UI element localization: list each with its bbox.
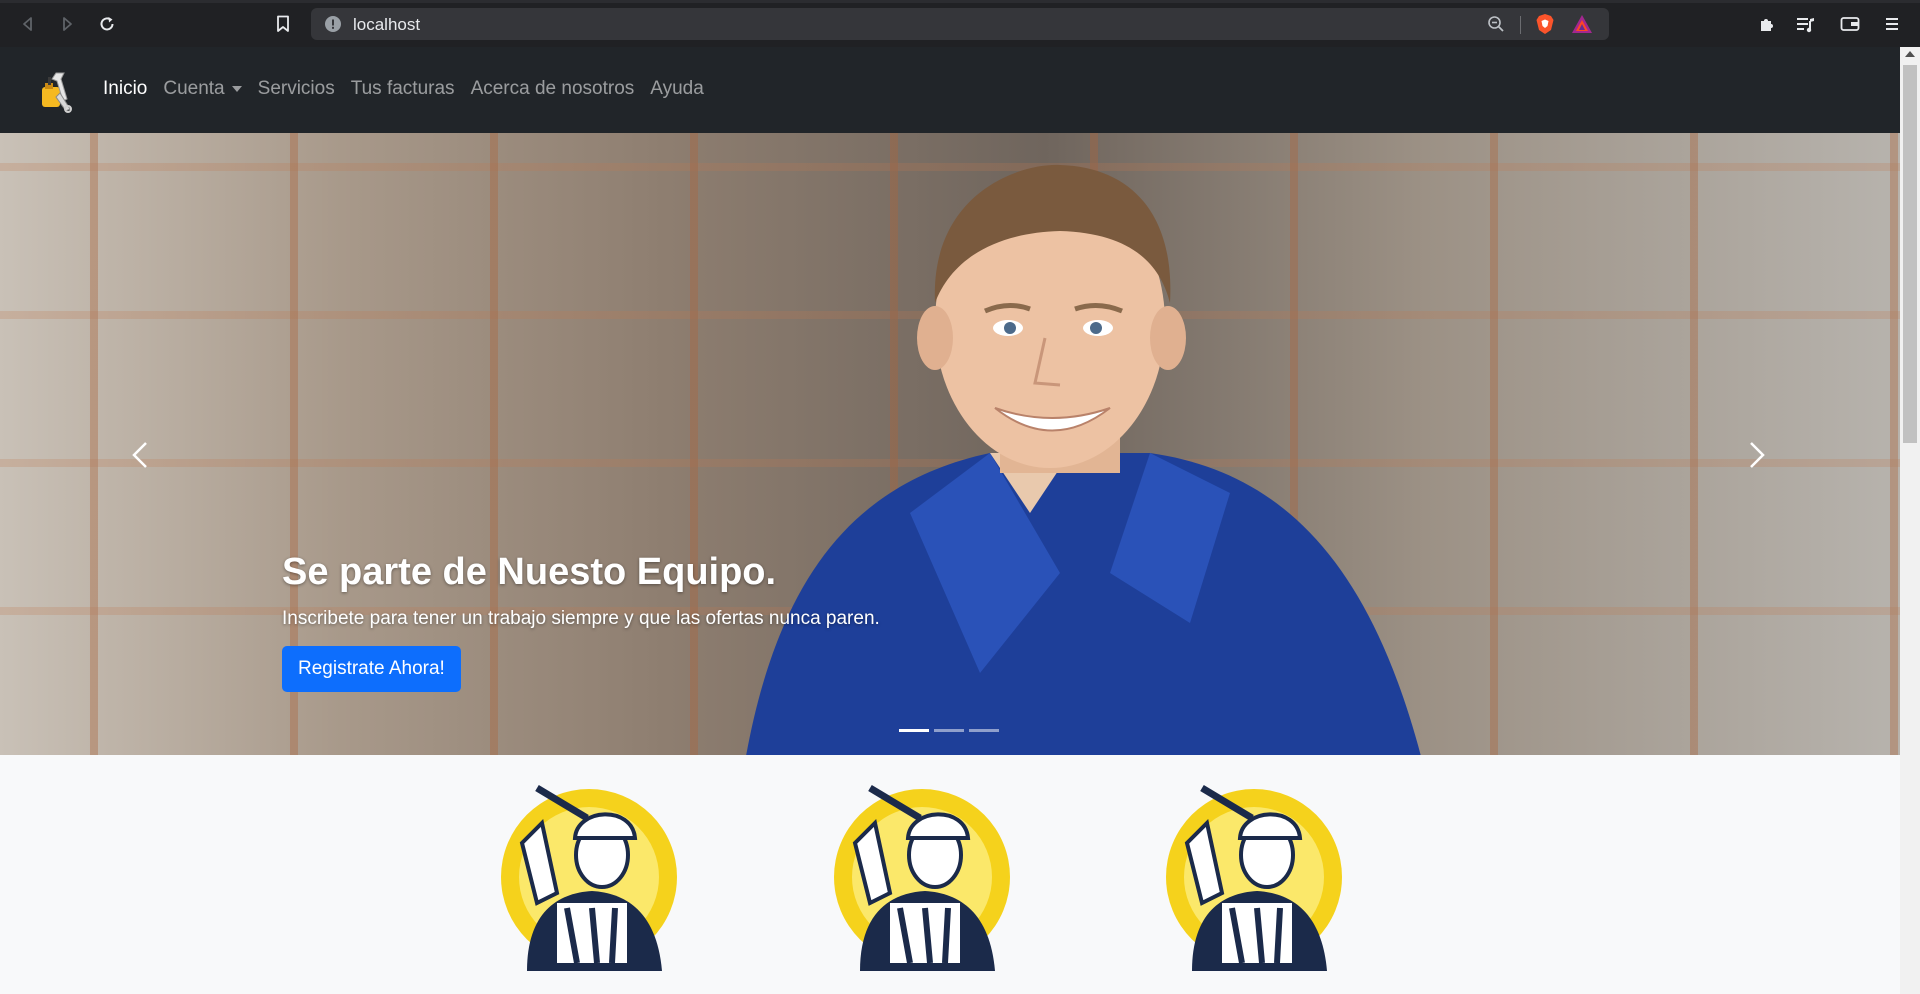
wallet-button[interactable] — [1836, 10, 1864, 38]
carousel-prev-button[interactable] — [120, 435, 160, 475]
nav-link-acerca-de-nosotros[interactable]: Acerca de nosotros — [471, 78, 635, 100]
carousel-next-button[interactable] — [1737, 435, 1777, 475]
page-scrollbar[interactable] — [1900, 47, 1920, 994]
carousel-indicator-2[interactable] — [934, 729, 964, 732]
reload-icon — [100, 17, 114, 31]
hero-carousel: Se parte de Nuesto Equipo. Inscribete pa… — [0, 133, 1900, 755]
features-section — [0, 755, 1900, 994]
nav-link-ayuda[interactable]: Ayuda — [650, 78, 704, 100]
forward-arrow-icon — [63, 17, 72, 31]
bookmark-icon — [277, 15, 289, 32]
nav-link-cuenta[interactable]: Cuenta — [163, 78, 242, 100]
carousel-indicator-3[interactable] — [969, 729, 999, 732]
url-text[interactable]: localhost — [353, 15, 420, 35]
carousel-title: Se parte de Nuesto Equipo. — [282, 551, 777, 593]
register-now-button[interactable]: Registrate Ahora! — [282, 646, 461, 692]
page-viewport: Inicio Cuenta Servicios Tus facturas Ace… — [0, 47, 1900, 994]
back-button[interactable] — [14, 10, 42, 38]
worker-logo-icon — [834, 784, 1010, 971]
back-arrow-icon — [23, 17, 32, 31]
extensions-button[interactable] — [1753, 10, 1781, 38]
playlist-button[interactable] — [1792, 10, 1820, 38]
carousel-indicators — [899, 729, 1004, 732]
nav-link-inicio[interactable]: Inicio — [103, 78, 147, 100]
tools-logo-icon — [42, 72, 72, 113]
site-navbar: Inicio Cuenta Servicios Tus facturas Ace… — [0, 47, 1900, 133]
hamburger-menu-icon — [1886, 18, 1898, 30]
site-info-icon[interactable] — [325, 16, 341, 32]
nav-link-servicios[interactable]: Servicios — [258, 78, 335, 100]
nav-links: Inicio Cuenta Servicios Tus facturas Ace… — [103, 78, 720, 100]
browser-toolbar: localhost — [0, 0, 1920, 47]
bookmark-button[interactable] — [269, 10, 297, 38]
chevron-down-icon — [231, 86, 242, 92]
worker-logo-icon — [501, 784, 677, 971]
address-bar[interactable]: localhost — [311, 8, 1609, 40]
worker-logo-icon — [1166, 784, 1342, 971]
wallet-icon — [1840, 17, 1860, 31]
forward-button[interactable] — [53, 10, 81, 38]
carousel-caption: Se parte de Nuesto Equipo. Inscribete pa… — [282, 551, 880, 692]
zoom-out-icon[interactable] — [1487, 15, 1505, 33]
playlist-icon — [1797, 18, 1814, 33]
carousel-text: Inscribete para tener un trabajo siempre… — [282, 608, 880, 629]
carousel-indicator-1[interactable] — [899, 729, 929, 732]
nav-link-cuenta-label: Cuenta — [163, 78, 225, 99]
brand-logo[interactable] — [34, 69, 74, 113]
scrollbar-thumb[interactable] — [1903, 65, 1917, 443]
brave-rewards-icon[interactable] — [1571, 14, 1593, 34]
address-bar-divider — [1520, 16, 1521, 34]
menu-button[interactable] — [1878, 10, 1906, 38]
puzzle-piece-icon — [1761, 19, 1773, 31]
reload-button[interactable] — [93, 10, 121, 38]
nav-link-tus-facturas[interactable]: Tus facturas — [351, 78, 455, 100]
tab-strip-edge — [0, 0, 1920, 3]
scroll-up-arrow-icon[interactable] — [1905, 51, 1915, 57]
brave-shields-icon[interactable] — [1535, 13, 1555, 35]
